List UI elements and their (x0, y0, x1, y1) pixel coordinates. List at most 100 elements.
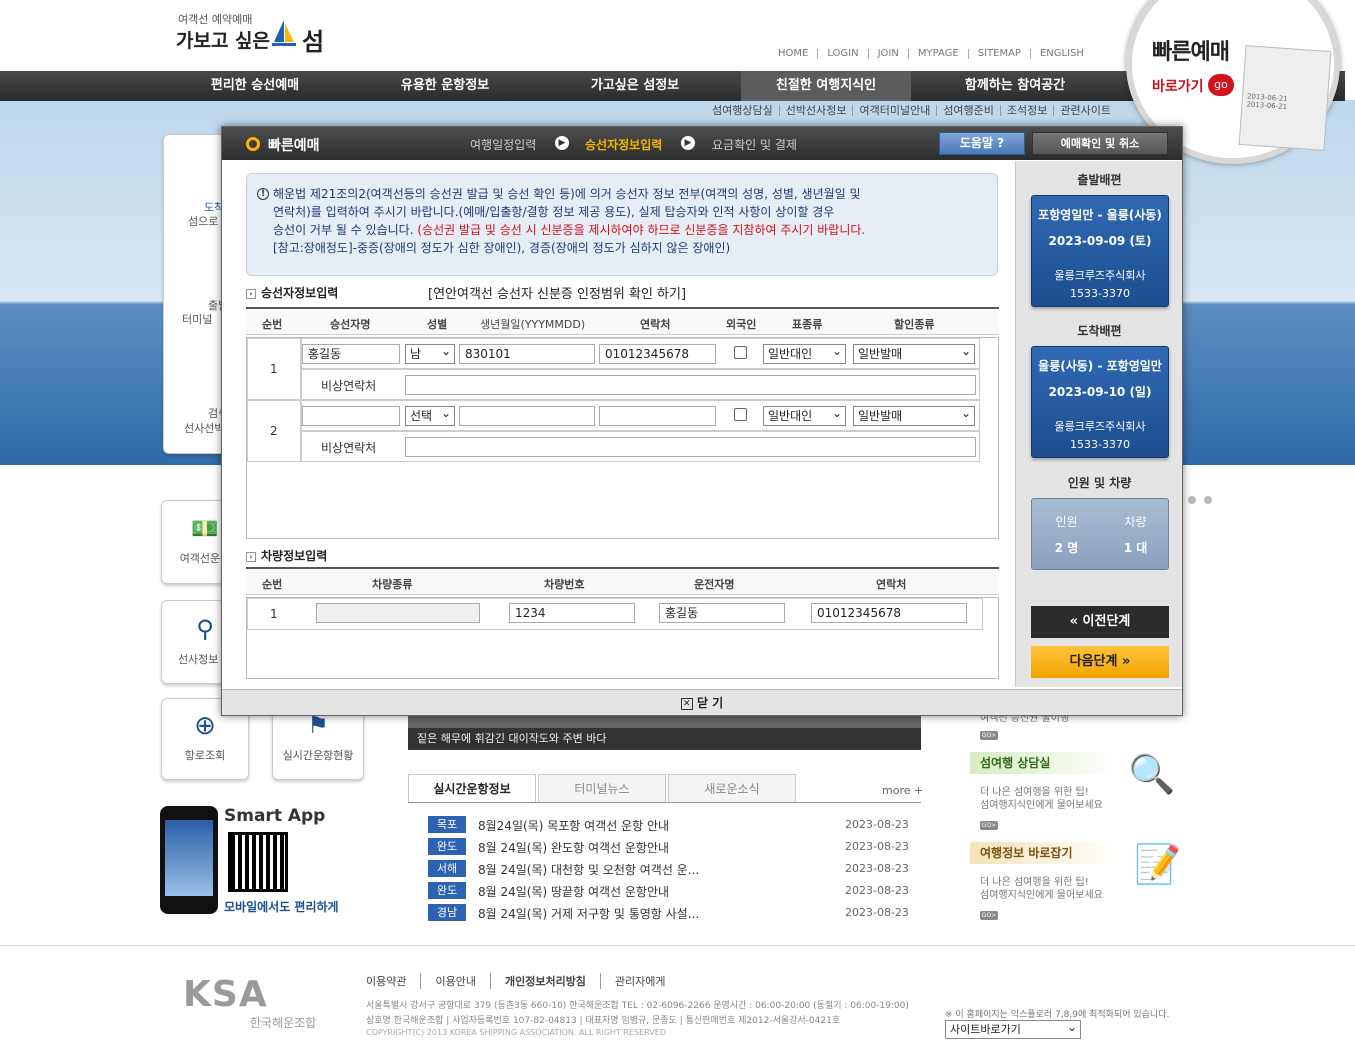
news-more-link[interactable]: more + (882, 784, 923, 797)
passenger-1-phone-input[interactable]: 01012345678 (599, 344, 716, 364)
notepad-illustration-icon: 📝 (1134, 842, 1182, 886)
footer-admin[interactable]: 관리자에게 (599, 973, 680, 989)
arrive-route: 울릉(사동) - 포항영일만 (1038, 359, 1162, 373)
topnav-english[interactable]: ENGLISH (1029, 49, 1093, 59)
subnav-related[interactable]: 관련사이트 (1053, 105, 1117, 116)
prev-step-button[interactable]: « 이전단계 (1031, 606, 1169, 638)
vehicle-section-label: 차량정보입력 (261, 549, 328, 563)
passenger-1-birth-input[interactable]: 830101 (459, 344, 595, 364)
topnav-join[interactable]: JOIN (867, 49, 908, 59)
notice-line-2: 연락처)를 입력하여 주시기 바랍니다.(예매/입출항/결항 정보 제공 용도)… (273, 205, 835, 219)
card-correct-title[interactable]: 여행정보 바로잡기 (970, 842, 1118, 864)
subnav-tide[interactable]: 조석정보 (999, 105, 1053, 116)
people-title: 인원 및 차량 (1067, 476, 1132, 490)
footer-terms[interactable]: 이용약관 (366, 973, 420, 989)
topnav-home[interactable]: HOME (778, 49, 817, 59)
reservation-check-button[interactable]: 예매확인 및 취소 (1032, 132, 1168, 155)
quick-reserve-link[interactable]: 바로가기 (1152, 76, 1204, 96)
photo-caption: 짙은 해무에 휘감긴 대이작도와 주변 바다 (408, 728, 921, 750)
slider-dot-2[interactable] (1204, 496, 1212, 504)
go-tag-1[interactable]: GO> (980, 731, 998, 740)
footer-guide[interactable]: 이용안내 (420, 973, 489, 989)
tab-realtime-news[interactable]: 실시간운항정보 (408, 774, 536, 802)
step-arrow-icon: ▶ (555, 136, 569, 150)
passenger-2-emergency-label: 비상연락처 (321, 441, 377, 455)
passenger-1-discount-select[interactable]: 일반발매 (853, 342, 975, 364)
passenger-1-ticket-select[interactable]: 일반대인 (763, 342, 846, 364)
logo-seom: 섬 (302, 28, 325, 56)
col-foreigner: 외국인 (726, 318, 757, 331)
vehicle-1-number-input[interactable]: 1234 (509, 603, 635, 623)
site-select[interactable]: 사이트바로가기 (945, 1018, 1081, 1039)
passenger-section-title: › 승선자정보입력 (246, 284, 338, 301)
prev-step-label: 이전단계 (1082, 614, 1131, 629)
vcol-number: 차량번호 (544, 578, 585, 591)
id-verify-link[interactable]: [연안여객선 승선자 신분증 인정범위 확인 하기] (428, 283, 686, 302)
modal-close-button[interactable]: ✕ 닫 기 (222, 689, 1182, 715)
arrive-ferry-box: 울릉(사동) - 포항영일만 2023-09-10 (일) 울릉크루즈주식회사 … (1031, 346, 1169, 458)
help-button[interactable]: 도움말 ? (939, 132, 1025, 155)
smart-app-title: Smart App (224, 806, 326, 826)
passenger-1-emergency-input[interactable] (405, 375, 976, 395)
news-item-title[interactable]: 8월 24일(목) 거제 저구항 및 통영항 사설... (478, 905, 699, 922)
vehicle-table-header: 순번 차량종류 차량번호 운전자명 연락처 (246, 567, 999, 595)
topnav-mypage[interactable]: MYPAGE (907, 49, 968, 59)
passenger-2-discount-select[interactable]: 일반발매 (853, 404, 975, 426)
news-item-title[interactable]: 8월 24일(목) 완도항 여객선 운항안내 (478, 839, 669, 856)
news-item-title[interactable]: 8월24일(목) 목포항 여객선 운항 안내 (478, 817, 669, 834)
tab-terminal-news[interactable]: 터미널뉴스 (538, 774, 666, 802)
depart-phone: 1533-3370 (1070, 287, 1130, 300)
passenger-2-name-input[interactable] (302, 406, 400, 426)
footer-privacy[interactable]: 개인정보처리방침 (489, 973, 600, 989)
subnav-terminal[interactable]: 여객터미널안내 (852, 105, 936, 116)
footer-address: 서울특별시 강서구 공항대로 379 (등촌3동 660-10) 한국해운조합 … (366, 1001, 909, 1011)
gnb-reservation[interactable]: 편리한 승선예매 (160, 71, 350, 101)
logo-title[interactable]: 가보고 싶은 (176, 26, 270, 53)
go-tag-3[interactable]: GO> (980, 911, 998, 920)
passenger-1-name-input[interactable]: 홍길동 (302, 344, 400, 364)
slider-dot-1[interactable] (1188, 496, 1196, 504)
subnav-ship-info[interactable]: 선박선사정보 (778, 105, 853, 116)
reservation-summary-panel: 출발배편 포항영일만 - 울릉(사동) 2023-09-09 (토) 울릉크루즈… (1015, 161, 1182, 687)
gnb-travel-knowledge[interactable]: 친절한 여행지식인 (741, 71, 911, 101)
go-button[interactable]: go (1208, 74, 1234, 96)
passenger-table: 1 홍길동 남 830101 01012345678 일반대인 일반발매 비상연… (246, 337, 999, 539)
left-menu-terminal[interactable]: 터미널 (182, 311, 212, 327)
passenger-2-gender-select[interactable]: 선택 (405, 404, 455, 426)
vehicle-1-type-select[interactable] (316, 603, 480, 623)
passenger-2-emergency-input[interactable] (405, 437, 976, 457)
go-tag-2[interactable]: GO> (980, 821, 998, 830)
gnb-island-info[interactable]: 가고싶은 섬정보 (540, 71, 730, 101)
card-consult-title[interactable]: 섬여행 상담실 (970, 752, 1118, 774)
step-payment: 요금확인 및 결제 (712, 138, 797, 152)
news-item-title[interactable]: 8월 24일(목) 대천항 및 오천항 여객선 운... (478, 861, 699, 878)
subnav-consult[interactable]: 섬여행상담실 (706, 105, 779, 116)
left-menu-ship[interactable]: 선사선박 (184, 420, 224, 436)
passenger-1-gender-select[interactable]: 남 (405, 342, 455, 364)
passenger-1-foreigner-checkbox[interactable] (734, 346, 747, 359)
topnav-login[interactable]: LOGIN (817, 49, 867, 59)
card-consult-text-2: 섬여행지식인에게 물어보세요 (980, 800, 1103, 811)
modal-header: 빠른예매 여행일정입력 ▶ 승선자정보입력 ▶ 요금확인 및 결제 도움말 ? … (222, 127, 1182, 160)
tab-new-news[interactable]: 새로운소식 (668, 774, 796, 802)
passenger-2-ticket-select[interactable]: 일반대인 (763, 404, 846, 426)
left-menu-island[interactable]: 섬으로 (188, 213, 218, 229)
passenger-2-phone-input[interactable] (599, 406, 716, 426)
footer-copyright: COPYRIGHT(C) 2013 KOREA SHIPPING ASSOCIA… (366, 1028, 667, 1037)
vehicle-1-phone-input[interactable]: 01012345678 (811, 603, 967, 623)
gnb-operation-info[interactable]: 유용한 운항정보 (350, 71, 540, 101)
col-gender: 성별 (427, 318, 448, 331)
topnav-sitemap[interactable]: SITEMAP (967, 49, 1030, 59)
subnav-prepare[interactable]: 섬여행준비 (936, 105, 1000, 116)
gnb-community[interactable]: 함께하는 참여공간 (920, 71, 1110, 101)
news-item-title[interactable]: 8월 24일(목) 땅끝항 여객선 운항안내 (478, 883, 669, 900)
double-chevron-right-icon: » (1121, 654, 1131, 669)
smart-app-sub[interactable]: 모바일에서도 편리하게 (224, 898, 339, 915)
passenger-2-birth-input[interactable] (459, 406, 595, 426)
passenger-2-foreigner-checkbox[interactable] (734, 408, 747, 421)
vehicle-1-driver-input[interactable]: 홍길동 (659, 603, 785, 623)
footer-browser-note: ※ 이 홈페이지는 익스플로러 7,8,9에 최적화되어 있습니다. (945, 1010, 1170, 1020)
quick-reserve-modal: 빠른예매 여행일정입력 ▶ 승선자정보입력 ▶ 요금확인 및 결제 도움말 ? … (221, 126, 1183, 716)
next-step-button[interactable]: 다음단계 » (1031, 646, 1169, 678)
col-birth: 생년월일(YYYMMDD) (480, 318, 586, 331)
